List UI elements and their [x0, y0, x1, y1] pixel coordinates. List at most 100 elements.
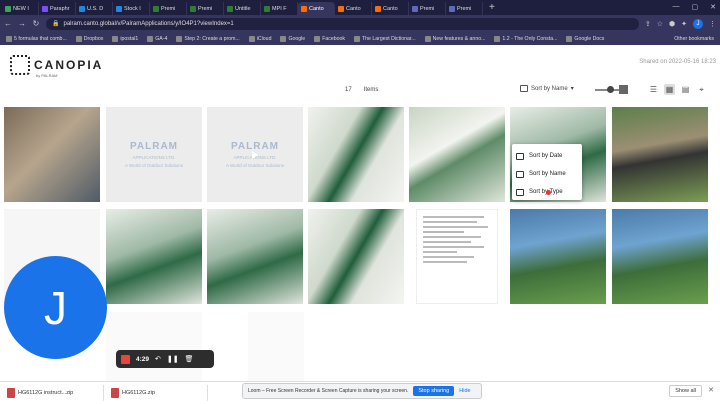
close-shelf-icon[interactable]: ✕: [708, 386, 714, 394]
browser-tab[interactable]: Premi: [446, 2, 483, 15]
grid-view-icon[interactable]: ▦: [664, 84, 675, 95]
palram-tagline: A World of Outdoor Solutions: [125, 163, 183, 168]
asset-thumb-frame-1[interactable]: [106, 209, 202, 304]
tab-label: Premi: [198, 5, 213, 12]
bookmark-label: Dropbox: [83, 35, 104, 42]
tab-label: Canto: [346, 5, 361, 12]
map-pin-icon[interactable]: ⌖: [696, 84, 707, 95]
download-item[interactable]: HG6112G instruct...zip: [4, 385, 104, 401]
loom-recording-controls: 4:29 ↶ ❚❚ 🗑: [116, 350, 214, 368]
asset-thumb-zip-2[interactable]: [248, 312, 304, 382]
bookmark-label: Google: [288, 35, 306, 42]
back-icon[interactable]: ←: [4, 19, 12, 28]
close-icon[interactable]: ✕: [710, 3, 716, 11]
profile-avatar[interactable]: J: [693, 18, 703, 29]
browser-tab[interactable]: Canto: [298, 2, 335, 15]
sort-option-label: Sort by Name: [529, 171, 566, 177]
bookmark-item[interactable]: 5 formulas that comb...: [6, 35, 67, 42]
palram-logo-text: PALRAM: [129, 141, 179, 152]
asset-thumb-greenhouse-2[interactable]: [612, 209, 708, 304]
browser-tab[interactable]: Canto: [372, 2, 409, 15]
browser-tab[interactable]: Premi: [150, 2, 187, 15]
bookmark-favicon-icon: [147, 35, 154, 42]
forward-icon[interactable]: →: [18, 19, 26, 28]
sort-by-date-option[interactable]: Sort by Date: [512, 147, 582, 165]
canopia-logo[interactable]: CANOPIA by PALRAM: [10, 55, 103, 78]
browser-tab[interactable]: Premi: [409, 2, 446, 15]
new-tab-button[interactable]: +: [489, 2, 495, 13]
share-message: Loom – Free Screen Recorder & Screen Cap…: [248, 388, 409, 394]
asset-thumb-palram-1[interactable]: PALRAM APPLICATIONS LTD. A World of Outd…: [106, 107, 202, 202]
hide-button[interactable]: Hide: [459, 388, 470, 394]
asset-thumb-roof[interactable]: [409, 107, 505, 202]
url-field[interactable]: 🔒 palram.canto.global/v/PalramApplicatio…: [46, 17, 639, 30]
bookmarks-bar: 5 formulas that comb... Dropbox ipostal1 GA…: [0, 32, 720, 45]
bookmark-label: GA-4: [155, 35, 168, 42]
sort-button[interactable]: Sort by Name ▾: [520, 85, 574, 92]
browser-tab[interactable]: Paraphr: [39, 2, 76, 15]
maximize-icon[interactable]: ▢: [692, 3, 699, 11]
asset-thumb-wheelbarrow[interactable]: [612, 107, 708, 202]
asset-thumb-rail[interactable]: [308, 107, 404, 202]
browser-tab[interactable]: MPI F: [261, 2, 298, 15]
download-item[interactable]: HG6112G.zip: [108, 385, 208, 401]
tab-label: MPI F: [272, 5, 287, 12]
browser-tab[interactable]: Untitle: [224, 2, 261, 15]
bookmark-item[interactable]: Dropbox: [75, 35, 104, 42]
bookmark-item[interactable]: ipostal1: [112, 35, 138, 42]
pause-icon[interactable]: ❚❚: [167, 355, 179, 363]
items-label: Items: [363, 87, 379, 93]
puzzle-icon[interactable]: ✦: [681, 20, 687, 28]
bookmark-item[interactable]: New features & anno...: [424, 35, 485, 42]
share-icon[interactable]: ⇪: [645, 20, 651, 28]
tab-favicon-icon: [42, 5, 48, 12]
list-view-icon[interactable]: ☰: [648, 84, 659, 95]
tab-favicon-icon: [412, 5, 418, 12]
browser-tab[interactable]: Premi: [187, 2, 224, 15]
asset-thumb-zip-1[interactable]: [106, 312, 202, 382]
thumbnail-size-slider[interactable]: [595, 85, 628, 94]
bookmark-label: 5 formulas that comb...: [14, 35, 67, 42]
undo-icon[interactable]: ↶: [155, 355, 161, 363]
bookmark-item[interactable]: iCloud: [248, 35, 271, 42]
bookmark-item[interactable]: GA-4: [147, 35, 168, 42]
asset-thumb-drill-video[interactable]: [4, 107, 100, 202]
recording-time: 4:29: [136, 355, 150, 363]
reload-icon[interactable]: ↻: [32, 19, 40, 28]
asset-thumb-frame-3[interactable]: [308, 209, 404, 304]
asset-thumb-greenhouse-1[interactable]: [510, 209, 606, 304]
menu-icon[interactable]: ⋮: [709, 20, 716, 28]
bookmark-item[interactable]: 1.2 - The Only Consta...: [494, 35, 557, 42]
stop-sharing-button[interactable]: Stop sharing: [413, 386, 455, 396]
browser-tab[interactable]: NEW I: [2, 2, 39, 15]
tab-label: Canto: [383, 5, 398, 12]
bookmark-item[interactable]: Facebook: [314, 35, 345, 42]
asset-thumb-document[interactable]: [416, 209, 498, 304]
trash-icon[interactable]: 🗑: [185, 355, 194, 363]
bookmark-item[interactable]: The Largest Dictionar...: [354, 35, 416, 42]
mosaic-view-icon[interactable]: ▤: [680, 84, 691, 95]
bookmark-item[interactable]: Step 2: Create a prom...: [176, 35, 240, 42]
stop-recording-button[interactable]: [121, 354, 130, 364]
minimize-icon[interactable]: —: [673, 3, 680, 11]
other-bookmarks[interactable]: Other bookmarks: [674, 36, 714, 42]
asset-thumb-palram-2[interactable]: PALRAM APPLICATIONS LTD. A World of Outd…: [207, 107, 303, 202]
sort-option-label: Sort by Date: [529, 153, 563, 159]
browser-tab[interactable]: U.S. D: [76, 2, 113, 15]
download-filename: HG6112G.zip: [122, 390, 155, 396]
view-toggles: ☰ ▦ ▤ ⌖: [648, 84, 707, 95]
browser-tab[interactable]: Stock I: [113, 2, 150, 15]
bookmark-star-icon[interactable]: ☆: [657, 20, 663, 28]
loom-camera-bubble[interactable]: J: [4, 256, 107, 359]
browser-tab[interactable]: Canto: [335, 2, 372, 15]
bookmark-item[interactable]: Google Docs: [566, 35, 604, 42]
asset-thumb-frame-2[interactable]: [207, 209, 303, 304]
sort-by-name-option[interactable]: Sort by Name: [512, 165, 582, 183]
tab-favicon-icon: [301, 5, 307, 12]
extension-icon[interactable]: ⬢: [669, 20, 675, 28]
tab-label: Canto: [309, 5, 324, 12]
show-all-button[interactable]: Show all: [669, 385, 702, 397]
tab-favicon-icon: [79, 5, 85, 12]
slider-knob[interactable]: [607, 86, 614, 93]
bookmark-item[interactable]: Google: [280, 35, 306, 42]
